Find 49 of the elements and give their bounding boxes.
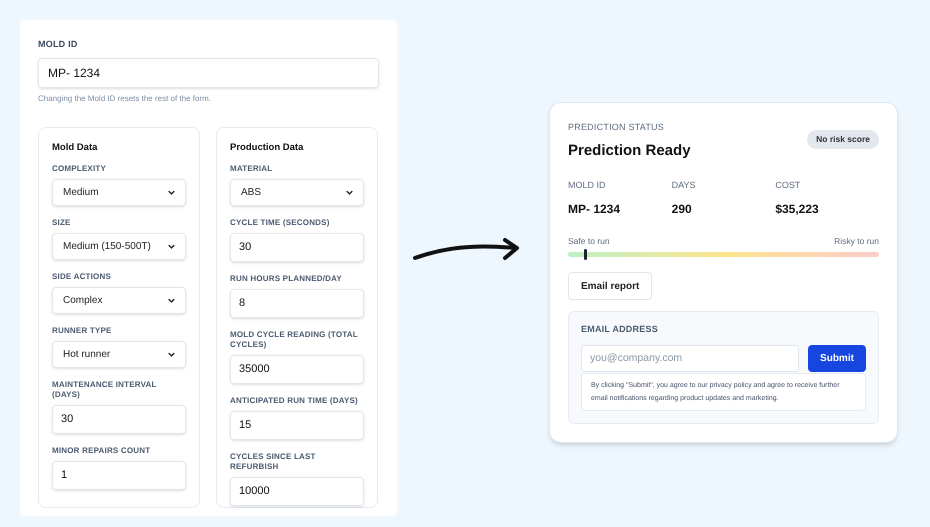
- field-label: SIDE ACTIONS: [52, 272, 112, 282]
- email-field[interactable]: you@company.com: [581, 344, 799, 372]
- scale-label: Safe to run: [568, 234, 610, 248]
- dropdown[interactable]: Medium (150-500T): [52, 232, 186, 260]
- stat-value: $35,223: [775, 200, 820, 218]
- stat-label: MOLD ID: [568, 179, 607, 192]
- field-label: RUNNER TYPE: [52, 326, 113, 336]
- field-label: CYCLE TIME (SECONDS): [230, 218, 331, 228]
- dropdown[interactable]: Hot runner: [52, 340, 186, 368]
- stat-label: COST: [775, 179, 802, 192]
- status-title: Prediction Ready: [568, 140, 691, 160]
- status-badge: No risk score: [807, 130, 879, 149]
- chevron-icon: [168, 352, 175, 357]
- eyebrow-text: PREDICTION STATUS: [568, 121, 665, 134]
- chevron-icon: [168, 244, 175, 249]
- field-label: MAINTENANCE INTERVAL (DAYS): [52, 380, 158, 400]
- dropdown[interactable]: Complex: [52, 286, 186, 314]
- helper-text: Changing the Mold ID resets the rest of the form.: [38, 92, 212, 104]
- input-field[interactable]: 30: [230, 232, 364, 262]
- chevron-icon: [168, 190, 175, 195]
- chevron-icon: [168, 298, 175, 303]
- field-label: COMPLEXITY: [52, 164, 108, 174]
- field-label: RUN HOURS PLANNED/DAY: [230, 274, 343, 284]
- input-field[interactable]: 8: [230, 288, 364, 318]
- chevron-icon: [346, 190, 353, 195]
- field-label: SIZE: [52, 218, 72, 228]
- input-field[interactable]: 10000: [230, 476, 364, 506]
- stat-value: MP- 1234: [568, 200, 622, 218]
- field-label: MINOR REPAIRS COUNT: [52, 446, 152, 456]
- field-label: MATERIAL: [230, 164, 274, 174]
- input-field[interactable]: 35000: [230, 354, 364, 384]
- section-title: Production Data: [230, 140, 304, 154]
- input-field[interactable]: 30: [52, 404, 186, 434]
- mold-id-field[interactable]: MP- 1234: [38, 58, 379, 88]
- section-title: Mold Data: [52, 140, 98, 154]
- input-field[interactable]: 1: [52, 460, 186, 490]
- dropdown[interactable]: ABS: [230, 178, 364, 206]
- email-report-button[interactable]: Email report: [568, 272, 652, 300]
- field-label: EMAIL ADDRESS: [581, 323, 659, 336]
- scale-label: Risky to run: [834, 234, 879, 248]
- submit-button[interactable]: Submit: [808, 344, 866, 372]
- input-field[interactable]: 15: [230, 410, 364, 440]
- field-label: ANTICIPATED RUN TIME (DAYS): [230, 396, 359, 406]
- stat-value: 290: [672, 200, 693, 218]
- dropdown[interactable]: Medium: [52, 178, 186, 206]
- stat-label: DAYS: [672, 179, 696, 192]
- field-label: MOLD CYCLE READING (TOTAL CYCLES): [230, 330, 359, 350]
- field-label: MOLD ID: [38, 38, 79, 51]
- field-label: CYCLES SINCE LAST REFURBISH: [230, 452, 317, 472]
